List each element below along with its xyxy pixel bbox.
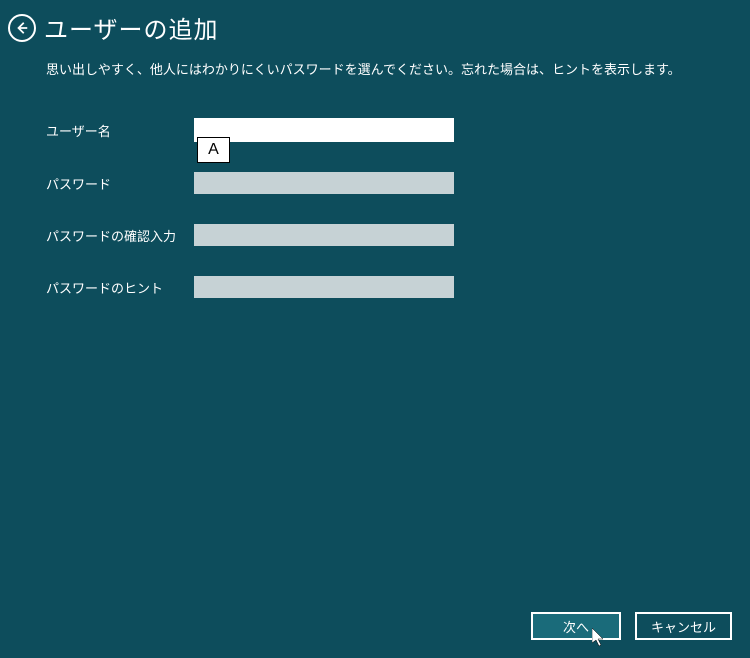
page-subtitle: 思い出しやすく、他人にはわかりにくいパスワードを選んでください。忘れた場合は、ヒ… [46, 59, 750, 78]
username-label: ユーザー名 [46, 121, 194, 140]
next-button[interactable]: 次へ [531, 612, 621, 640]
page-title: ユーザーの追加 [44, 10, 219, 45]
cancel-button[interactable]: キャンセル [635, 612, 732, 640]
confirm-password-label: パスワードの確認入力 [46, 226, 194, 245]
password-input[interactable] [194, 172, 454, 194]
arrow-left-icon [15, 21, 29, 35]
password-hint-label: パスワードのヒント [46, 278, 194, 297]
add-user-form: ユーザー名 パスワード パスワードの確認入力 パスワードのヒント [46, 118, 750, 298]
ime-indicator: A [197, 137, 230, 163]
password-label: パスワード [46, 174, 194, 193]
back-button[interactable] [8, 14, 36, 42]
username-input[interactable] [194, 118, 454, 142]
confirm-password-input[interactable] [194, 224, 454, 246]
password-hint-input[interactable] [194, 276, 454, 298]
